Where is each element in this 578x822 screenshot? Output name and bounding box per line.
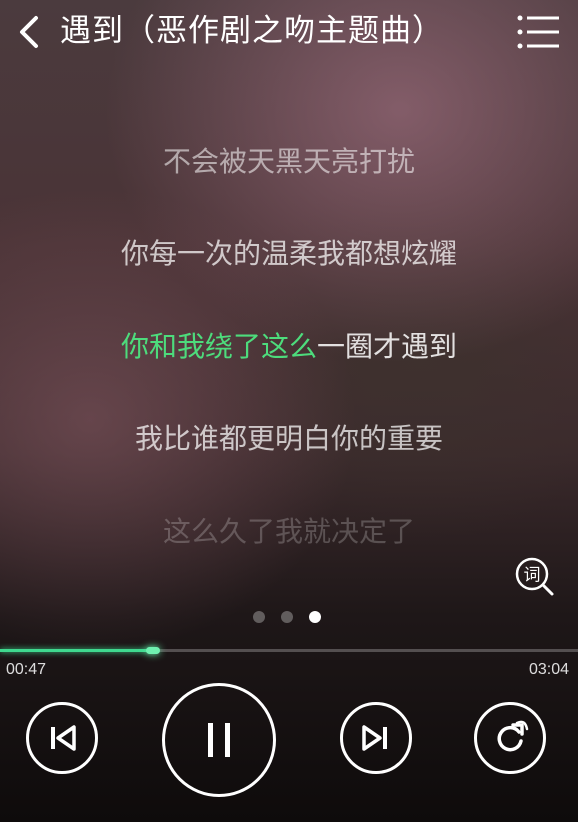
play-pause-button[interactable]: [162, 683, 276, 797]
chevron-left-icon: [20, 16, 38, 48]
lyric-line-previous-1: 你每一次的温柔我都想炫耀: [120, 237, 457, 270]
song-title: 遇到（恶作剧之吻主题曲）: [60, 13, 444, 49]
total-time: 03:04: [528, 661, 569, 678]
next-track-button[interactable]: [340, 702, 412, 774]
lyric-glyph: 词: [524, 566, 541, 586]
lyric-search-icon: 词: [515, 557, 554, 596]
menu-button[interactable]: [512, 10, 562, 54]
previous-track-button[interactable]: [26, 702, 98, 774]
lyric-current-unsung: 一圈才遇到: [317, 330, 458, 363]
back-button[interactable]: [12, 10, 52, 54]
top-bar: 遇到（恶作剧之吻主题曲）: [0, 0, 578, 64]
lyric-line-previous-2: 不会被天黑天亮打扰: [162, 145, 415, 178]
lyric-line-next-2: 这么久了我就决定了: [162, 515, 415, 548]
lyric-search-button[interactable]: 词: [514, 556, 556, 598]
lyric-line-next-1: 我比谁都更明白你的重要: [134, 422, 443, 455]
extra-action-button[interactable]: [474, 702, 546, 774]
progress-bar[interactable]: [0, 647, 578, 654]
page-dot-active[interactable]: [309, 611, 321, 623]
page-dot[interactable]: [281, 611, 293, 623]
progress-handle[interactable]: [146, 647, 160, 654]
skip-previous-icon: [51, 725, 76, 751]
page-dot[interactable]: [253, 611, 265, 623]
list-menu-icon: [517, 15, 559, 49]
skip-next-icon: [362, 725, 387, 751]
share-rotate-icon: [497, 720, 529, 752]
elapsed-time: 00:47: [6, 661, 47, 678]
page-indicator: [249, 609, 329, 625]
lyric-line-current: 你和我绕了这么一圈才遇到: [0, 327, 578, 367]
pause-icon: [208, 723, 230, 757]
lyric-current-sung: 你和我绕了这么: [120, 330, 317, 363]
progress-fill: [0, 649, 156, 652]
